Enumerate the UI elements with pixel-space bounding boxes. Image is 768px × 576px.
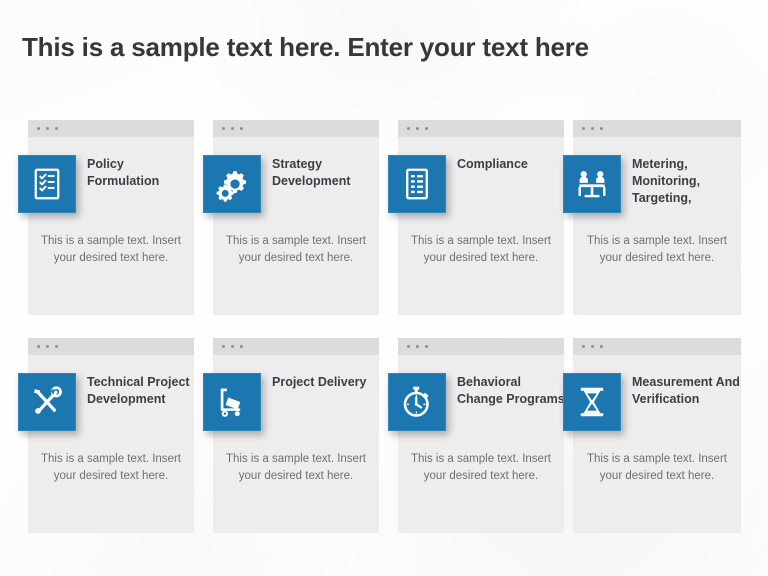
- card-icon-title-row: Technical Project Development: [18, 373, 204, 431]
- document-list-icon: [388, 155, 446, 213]
- window-dot-icon: [416, 345, 419, 348]
- card-icon-title-row: Compliance: [388, 155, 574, 213]
- card-title: Technical Project Development: [87, 375, 190, 406]
- hand-truck-icon: [203, 373, 261, 431]
- card-policy-formulation[interactable]: Policy Formulation This is a sample text…: [18, 120, 194, 315]
- card-title: Strategy Development: [272, 157, 351, 188]
- card-description: This is a sample text. Insert your desir…: [587, 453, 727, 482]
- window-dot-icon: [55, 345, 58, 348]
- window-dot-icon: [55, 127, 58, 130]
- card-title: Measurement And Verification: [632, 375, 740, 406]
- window-dot-icon: [240, 345, 243, 348]
- card-window-header: [213, 338, 379, 355]
- card-icon-title-row: Behavioral Change Programs: [388, 373, 574, 431]
- window-dot-icon: [416, 127, 419, 130]
- window-dot-icon: [425, 127, 428, 130]
- window-dot-icon: [425, 345, 428, 348]
- card-icon-title-row: Strategy Development: [203, 155, 389, 213]
- window-dot-icon: [37, 345, 40, 348]
- checklist-clipboard-icon: [18, 155, 76, 213]
- card-body: Behavioral Change Programs This is a sam…: [388, 355, 565, 533]
- card-description: This is a sample text. Insert your desir…: [411, 235, 551, 264]
- card-metering-monitoring-targeting[interactable]: Metering, Monitoring, Targeting, This is…: [563, 120, 741, 315]
- card-icon-title-row: Metering, Monitoring, Targeting,: [563, 155, 749, 213]
- card-title: Project Delivery: [272, 375, 367, 389]
- card-window-header: [213, 120, 379, 137]
- card-body: Measurement And Verification This is a s…: [563, 355, 741, 533]
- card-window-header: [398, 338, 564, 355]
- window-dot-icon: [407, 127, 410, 130]
- card-title: Behavioral Change Programs: [457, 375, 565, 406]
- card-body: Metering, Monitoring, Targeting, This is…: [563, 137, 741, 315]
- card-window-header: [28, 338, 194, 355]
- card-body: Compliance This is a sample text. Insert…: [388, 137, 564, 315]
- card-description: This is a sample text. Insert your desir…: [226, 235, 366, 264]
- window-dot-icon: [222, 345, 225, 348]
- card-description: This is a sample text. Insert your desir…: [41, 235, 181, 264]
- stopwatch-icon: [388, 373, 446, 431]
- window-dot-icon: [407, 345, 410, 348]
- slide-canvas: This is a sample text here. Enter your t…: [0, 0, 768, 576]
- card-measurement-and-verification[interactable]: Measurement And Verification This is a s…: [563, 338, 741, 533]
- window-dot-icon: [600, 345, 603, 348]
- card-window-header: [573, 338, 741, 355]
- card-window-header: [573, 120, 741, 137]
- card-title: Compliance: [457, 157, 528, 171]
- card-body: Strategy Development This is a sample te…: [203, 137, 379, 315]
- card-strategy-development[interactable]: Strategy Development This is a sample te…: [203, 120, 379, 315]
- window-dot-icon: [582, 345, 585, 348]
- window-dot-icon: [46, 127, 49, 130]
- card-description: This is a sample text. Insert your desir…: [226, 453, 366, 482]
- card-title: Policy Formulation: [87, 157, 160, 188]
- card-description: This is a sample text. Insert your desir…: [411, 453, 551, 482]
- window-dot-icon: [591, 127, 594, 130]
- card-project-delivery[interactable]: Project Delivery This is a sample text. …: [203, 338, 379, 533]
- window-dot-icon: [46, 345, 49, 348]
- card-body: Policy Formulation This is a sample text…: [18, 137, 194, 315]
- window-dot-icon: [231, 127, 234, 130]
- card-window-header: [28, 120, 194, 137]
- card-compliance[interactable]: Compliance This is a sample text. Insert…: [388, 120, 564, 315]
- hourglass-icon: [563, 373, 621, 431]
- card-technical-project-development[interactable]: Technical Project Development This is a …: [18, 338, 194, 533]
- window-dot-icon: [240, 127, 243, 130]
- card-window-header: [398, 120, 564, 137]
- card-icon-title-row: Project Delivery: [203, 373, 389, 431]
- window-dot-icon: [591, 345, 594, 348]
- card-icon-title-row: Measurement And Verification: [563, 373, 749, 431]
- card-grid: Policy Formulation This is a sample text…: [0, 0, 768, 576]
- card-title: Metering, Monitoring, Targeting,: [632, 157, 701, 205]
- window-dot-icon: [582, 127, 585, 130]
- window-dot-icon: [600, 127, 603, 130]
- gears-icon: [203, 155, 261, 213]
- card-description: This is a sample text. Insert your desir…: [587, 235, 727, 264]
- window-dot-icon: [222, 127, 225, 130]
- people-at-table-icon: [563, 155, 621, 213]
- window-dot-icon: [231, 345, 234, 348]
- window-dot-icon: [37, 127, 40, 130]
- card-icon-title-row: Policy Formulation: [18, 155, 204, 213]
- card-behavioral-change-programs[interactable]: Behavioral Change Programs This is a sam…: [388, 338, 565, 533]
- wrench-screwdriver-icon: [18, 373, 76, 431]
- card-body: Technical Project Development This is a …: [18, 355, 194, 533]
- card-body: Project Delivery This is a sample text. …: [203, 355, 379, 533]
- card-description: This is a sample text. Insert your desir…: [41, 453, 181, 482]
